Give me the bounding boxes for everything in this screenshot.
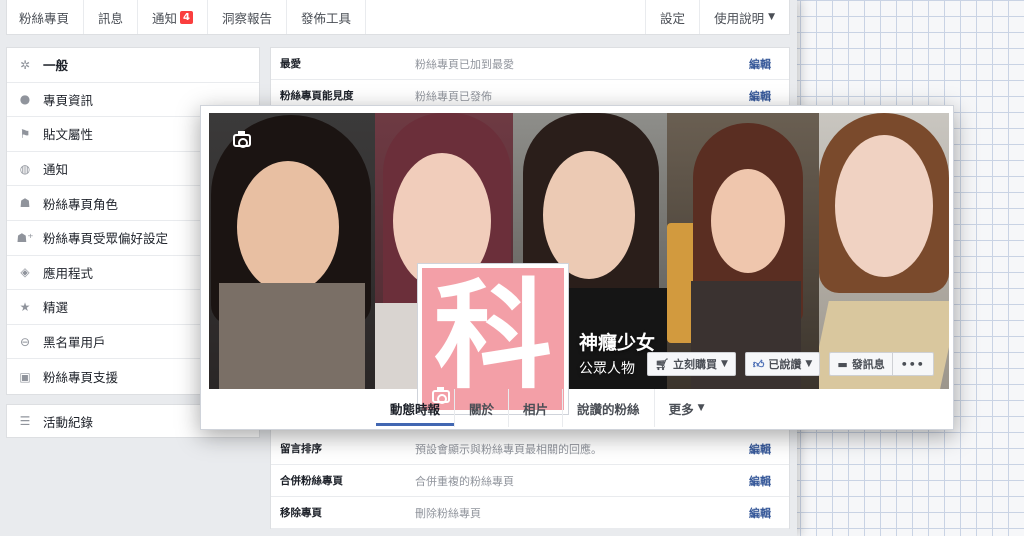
sidebar-item-label: 精選 (43, 300, 69, 316)
page-top-navigation: 粉絲專頁 訊息 通知 4 洞察報告 發佈工具 設定 使用說明 ▼ (6, 0, 790, 35)
shop-now-button[interactable]: 🛒︎ 立刻購買 ▼ (647, 352, 736, 376)
settings-row-merge-pages[interactable]: 合併粉絲專頁 合併重複的粉絲專頁 編輯 (271, 465, 789, 497)
message-icon: ▬ (837, 357, 848, 371)
chevron-down-icon: ▼ (768, 12, 775, 22)
page-action-buttons: 🛒︎ 立刻購買 ▼ 👍︎ 已說讚 ▼ ▬ 發訊息 ••• (647, 352, 934, 376)
settings-row-label: 移除專頁 (280, 507, 322, 519)
edit-link[interactable]: 編輯 (749, 473, 789, 489)
settings-row-label: 最愛 (280, 58, 301, 70)
nav-help[interactable]: 使用說明 ▼ (699, 0, 789, 34)
page-category: 公眾人物 (579, 361, 635, 377)
portrait-face (835, 135, 933, 277)
block-icon: ⊖ (19, 334, 31, 349)
cover-camera-icon[interactable] (233, 131, 251, 148)
cover-photo-portrait-4 (667, 113, 819, 389)
sidebar-item-label: 黑名單用戶 (43, 335, 106, 351)
settings-row-label: 留言排序 (280, 443, 322, 455)
settings-row-favorites[interactable]: 最愛 粉絲專頁已加到最愛 編輯 (271, 48, 789, 80)
cover-photo-portrait-1 (209, 113, 375, 389)
settings-row-comment-ranking[interactable]: 留言排序 預設會顯示與粉絲專頁最相關的回應。 編輯 (271, 433, 789, 465)
edit-link[interactable]: 編輯 (749, 505, 789, 521)
sidebar-item-label: 粉絲專頁支援 (43, 370, 119, 386)
chevron-down-icon: ▼ (697, 403, 705, 413)
tab-more-label: 更多 (668, 401, 694, 417)
nav-tab-page[interactable]: 粉絲專頁 (7, 0, 85, 34)
globe-icon: ◍ (19, 161, 31, 176)
nav-tab-messages[interactable]: 訊息 (84, 0, 139, 34)
liked-label: 已說讚 (768, 358, 802, 371)
settings-row-value: 粉絲專頁已發佈 (415, 89, 492, 103)
page-tabs: 動態時報 關於 相片 說讚的粉絲 更多 ▼ (376, 389, 719, 427)
sidebar-item-label: 通知 (43, 162, 69, 178)
sidebar-item-label: 粉絲專頁受眾偏好設定 (43, 231, 169, 247)
tab-more[interactable]: 更多 ▼ (655, 389, 719, 427)
facebook-icon: ▣ (19, 369, 31, 384)
person-icon: ☗ (19, 196, 31, 211)
sidebar-item-label: 專頁資訊 (43, 92, 94, 108)
nav-tab-notifications-label: 通知 (152, 10, 178, 26)
more-options-button[interactable]: ••• (892, 352, 934, 376)
nav-tab-insights[interactable]: 洞察報告 (208, 0, 288, 34)
tab-likes[interactable]: 說讚的粉絲 (563, 389, 655, 427)
list-icon: ☰ (19, 414, 31, 428)
sidebar-item-label: 應用程式 (43, 265, 94, 281)
settings-row-label: 粉絲專頁能見度 (280, 90, 354, 102)
person-plus-icon: ☗⁺ (16, 230, 34, 245)
send-message-label: 發訊息 (851, 358, 885, 371)
info-icon: ● (19, 92, 31, 107)
edit-link[interactable]: 編輯 (749, 88, 789, 104)
gear-icon: ✲ (19, 57, 31, 72)
nav-help-label: 使用說明 (714, 10, 765, 26)
settings-row-value: 刪除粉絲專頁 (415, 506, 481, 520)
flag-icon: ⚑ (19, 126, 31, 141)
sidebar-item-label: 活動紀錄 (43, 414, 94, 430)
portrait-face (543, 151, 635, 279)
settings-row-remove-page[interactable]: 移除專頁 刪除粉絲專頁 編輯 (271, 497, 789, 529)
settings-row-value: 合併重複的粉絲專頁 (415, 474, 514, 488)
nav-settings[interactable]: 設定 (645, 0, 699, 34)
portrait-face (711, 169, 785, 273)
page-preview-card: 科 神癮少女 公眾人物 🛒︎ 立刻購買 ▼ 👍︎ 已說讚 ▼ ▬ 發訊息 •••… (200, 105, 954, 430)
tab-timeline[interactable]: 動態時報 (376, 389, 456, 427)
sidebar-item-label: 貼文屬性 (43, 127, 94, 143)
star-icon: ★ (19, 299, 31, 314)
sidebar-item-label: 粉絲專頁角色 (43, 196, 119, 212)
portrait-face (237, 161, 339, 293)
send-message-button[interactable]: ▬ 發訊息 (829, 352, 893, 376)
sidebar-item-label: 一般 (43, 58, 69, 74)
nav-tab-notifications[interactable]: 通知 4 (138, 0, 209, 34)
settings-row-value: 預設會顯示與粉絲專頁最相關的回應。 (415, 442, 602, 456)
shop-now-label: 立刻購買 (672, 358, 717, 371)
cube-icon: ◈ (20, 265, 30, 280)
liked-button[interactable]: 👍︎ 已說讚 ▼ (744, 352, 821, 376)
notification-count-badge: 4 (180, 10, 194, 24)
tab-about[interactable]: 關於 (455, 389, 510, 427)
chevron-down-icon: ▼ (720, 359, 728, 369)
nav-tab-publishing-tools[interactable]: 發佈工具 (287, 0, 367, 34)
profile-logo-glyph: 科 (433, 267, 552, 405)
settings-row-value: 粉絲專頁已加到最愛 (415, 57, 514, 71)
settings-row-label: 合併粉絲專頁 (280, 475, 343, 487)
thumbs-up-icon: 👍︎ (752, 357, 765, 371)
cart-icon: 🛒︎ (655, 357, 669, 371)
tab-photos[interactable]: 相片 (509, 389, 564, 427)
chevron-down-icon: ▼ (805, 359, 813, 369)
edit-link[interactable]: 編輯 (749, 441, 789, 457)
cover-photo-portrait-5 (819, 113, 949, 389)
page-name: 神癮少女 (579, 332, 656, 354)
portrait-shoulders (219, 283, 365, 389)
sidebar-item-general[interactable]: ✲ 一般 (7, 48, 259, 83)
edit-link[interactable]: 編輯 (749, 56, 789, 72)
